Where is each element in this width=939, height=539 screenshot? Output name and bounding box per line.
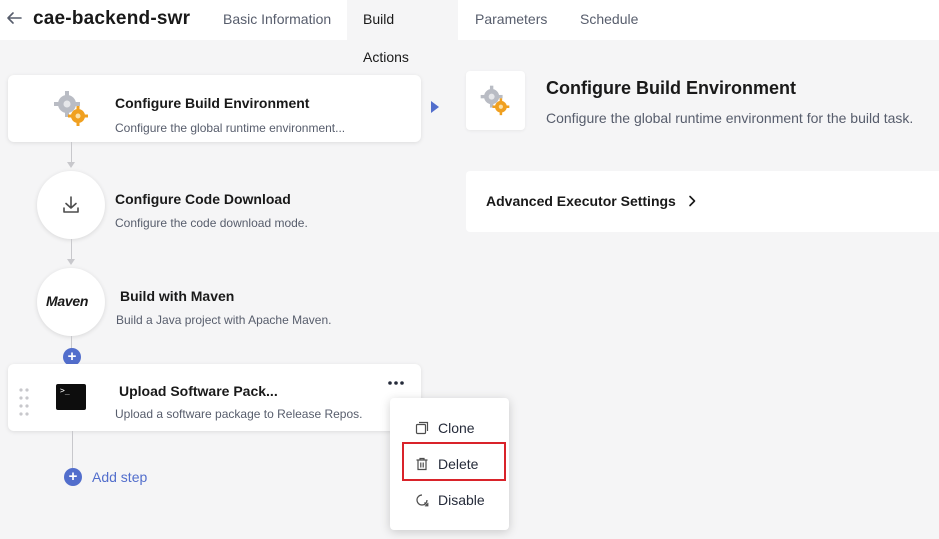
step-description: Upload a software package to Release Rep… <box>115 407 363 421</box>
delete-highlight-box <box>402 442 506 481</box>
terminal-prompt: >_ <box>60 386 70 395</box>
tab-build-actions[interactable]: Build Actions <box>347 0 458 65</box>
add-step-link[interactable]: Add step <box>92 469 147 485</box>
step-icon-circle[interactable]: Maven <box>37 268 105 336</box>
step-description: Configure the global runtime environment… <box>115 121 346 135</box>
step-title[interactable]: Build with Maven <box>120 288 234 304</box>
connector-line <box>72 431 73 468</box>
chevron-right-icon <box>689 195 696 207</box>
download-icon <box>63 196 79 213</box>
menu-item-disable[interactable]: Disable <box>390 482 509 518</box>
more-options-icon[interactable] <box>387 380 405 386</box>
connector-line <box>71 142 72 164</box>
step-description: Configure the code download mode. <box>115 216 308 230</box>
gear-icon <box>480 85 510 116</box>
drag-handle-icon[interactable] <box>19 388 29 416</box>
connector-arrow <box>67 162 75 168</box>
detail-title: Configure Build Environment <box>546 78 796 98</box>
pipeline-title: cae-backend-swr <box>33 8 191 29</box>
step-icon-circle[interactable] <box>37 171 105 239</box>
detail-description: Configure the global runtime environment… <box>546 110 914 126</box>
add-step-icon[interactable]: + <box>64 468 82 486</box>
tab-parameters[interactable]: Parameters <box>459 0 563 40</box>
tab-schedule[interactable]: Schedule <box>564 0 654 40</box>
maven-logo: Maven <box>46 293 89 309</box>
selected-pointer-icon <box>431 101 439 113</box>
step-card-build-environment[interactable]: Configure Build Environment Configure th… <box>8 75 421 142</box>
top-bar: cae-backend-swr Basic Information Build … <box>0 0 939 65</box>
tab-basic-information[interactable]: Basic Information <box>207 0 347 40</box>
menu-item-label: Disable <box>438 492 485 508</box>
disable-icon <box>416 494 429 507</box>
back-arrow-icon[interactable] <box>4 8 24 28</box>
copy-icon <box>415 421 429 435</box>
menu-item-clone[interactable]: Clone <box>390 410 509 446</box>
connector-line <box>71 239 72 261</box>
connector-arrow <box>67 259 75 265</box>
step-description: Build a Java project with Apache Maven. <box>116 313 332 327</box>
step-title: Configure Build Environment <box>115 95 310 111</box>
detail-icon-box <box>466 71 525 130</box>
advanced-executor-settings-row[interactable]: Advanced Executor Settings <box>466 171 939 232</box>
step-title: Upload Software Pack... <box>119 383 278 399</box>
terminal-icon: >_ <box>56 384 86 410</box>
gear-icon <box>54 91 88 126</box>
step-card-upload-software-package[interactable]: >_ Upload Software Pack... Upload a soft… <box>8 364 421 431</box>
menu-item-label: Clone <box>438 420 475 436</box>
step-title[interactable]: Configure Code Download <box>115 191 291 207</box>
advanced-executor-settings-label: Advanced Executor Settings <box>486 193 676 209</box>
